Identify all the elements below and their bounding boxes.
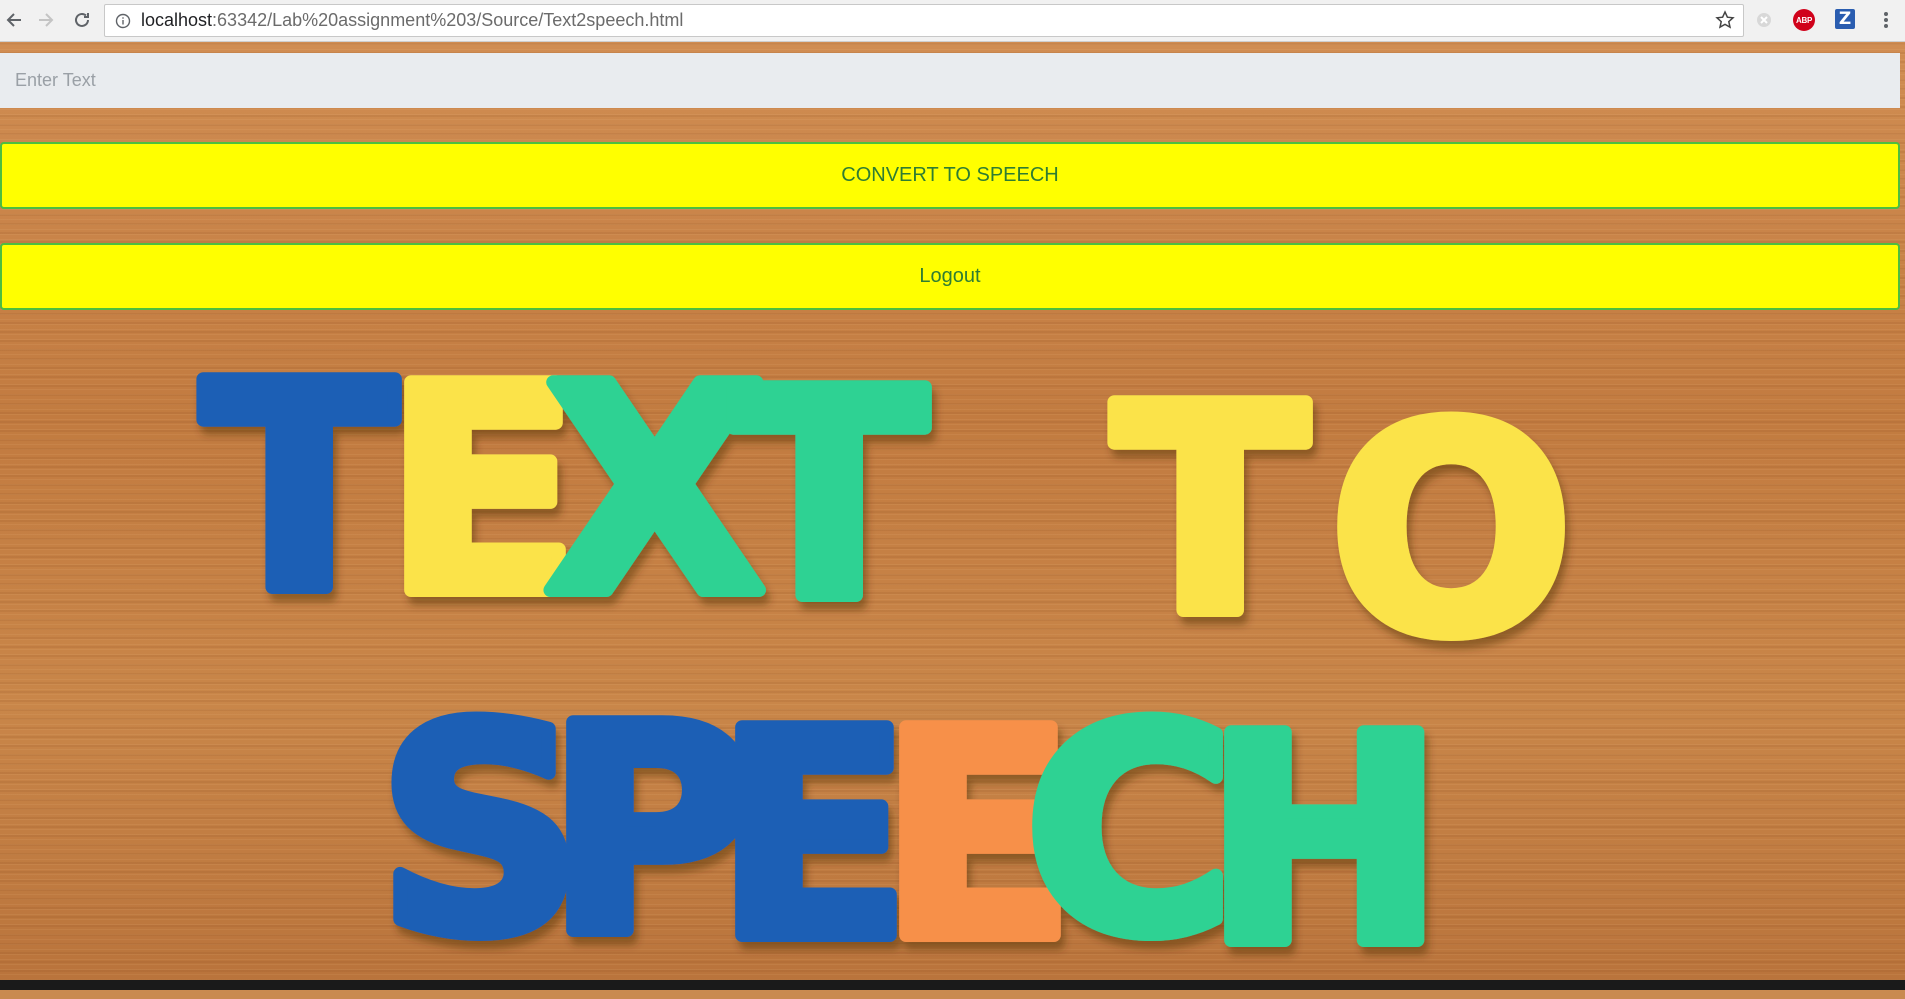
url-text: localhost:63342/Lab%20assignment%203/Sou… (141, 10, 683, 31)
hero-letter-t3: T (1113, 346, 1309, 678)
menu-icon[interactable] (1881, 9, 1891, 31)
page-content: T E X T T O S P E E C H CONVERT TO SPEEC… (0, 42, 1905, 990)
address-bar[interactable]: localhost:63342/Lab%20assignment%203/Sou… (104, 4, 1744, 37)
hero-letter-t2: T (732, 331, 928, 663)
abp-icon[interactable]: ABP (1793, 9, 1815, 31)
url-path: :63342/Lab%20assignment%203/Source/Text2… (212, 10, 684, 30)
url-host: localhost (141, 10, 213, 30)
info-icon[interactable] (115, 13, 131, 29)
text-input[interactable] (0, 53, 1900, 108)
z-icon[interactable]: Z (1835, 9, 1855, 29)
hero-letter-o: O (1330, 366, 1572, 698)
back-icon[interactable] (2, 8, 26, 32)
logout-button[interactable]: Logout (0, 243, 1900, 310)
forward-icon[interactable] (34, 8, 58, 32)
star-icon[interactable] (1715, 10, 1735, 35)
convert-to-speech-button[interactable]: CONVERT TO SPEECH (0, 142, 1900, 209)
reload-icon[interactable] (70, 8, 94, 32)
hero-letter-t1: T (202, 323, 398, 655)
extension-icon[interactable] (1753, 9, 1775, 31)
hero-letter-h: H (1205, 676, 1444, 990)
browser-toolbar: localhost:63342/Lab%20assignment%203/Sou… (0, 0, 1905, 42)
hero-letter-c: C (1025, 666, 1234, 990)
